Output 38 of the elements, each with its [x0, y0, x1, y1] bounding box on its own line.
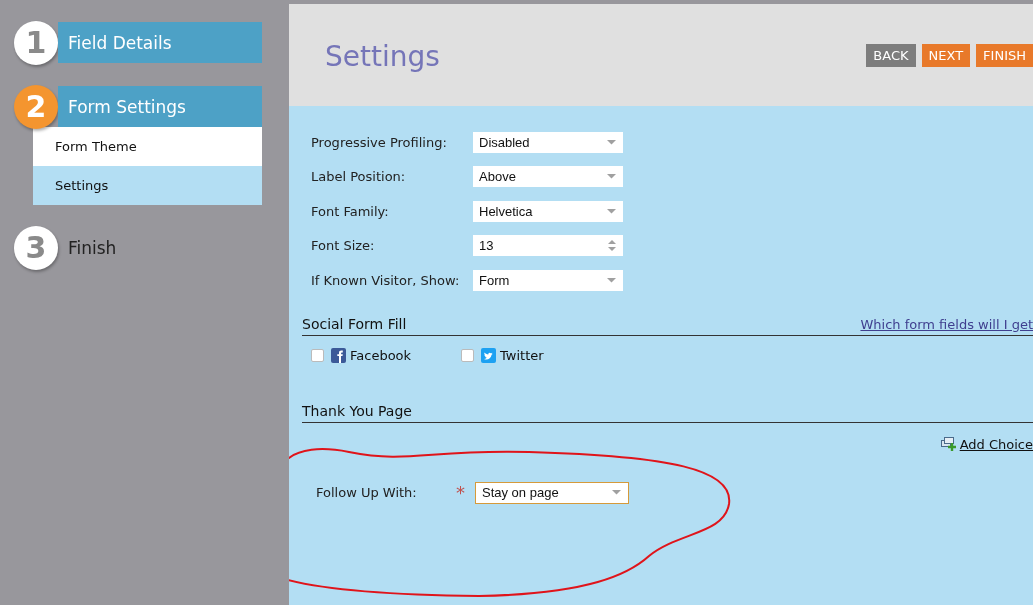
wizard-button[interactable]: BACK	[866, 44, 916, 67]
step-number: 2	[14, 84, 58, 129]
section-heading: Thank You Page	[302, 402, 412, 419]
number-field[interactable]: 13	[473, 235, 623, 256]
section-heading: Social Form Fill	[302, 315, 407, 332]
option-label: Facebook	[350, 347, 412, 363]
page-title: Settings	[325, 38, 440, 73]
step-number: 3	[14, 225, 58, 270]
logo-icon	[331, 347, 346, 363]
field-label: If Known Visitor, Show:	[311, 272, 461, 288]
dropdown[interactable]: Disabled	[473, 131, 623, 153]
spinner-icon	[608, 240, 616, 251]
step-label: Finish	[67, 237, 117, 258]
caret-icon	[607, 208, 616, 214]
checkbox[interactable]	[461, 348, 474, 362]
required-mark: *	[456, 482, 466, 503]
caret-icon	[607, 174, 616, 179]
checkbox[interactable]	[311, 348, 324, 362]
dropdown[interactable]: Above	[473, 166, 623, 187]
field-label: Font Size:	[311, 238, 376, 253]
step-number: 1	[14, 20, 58, 65]
add-choice-link[interactable]: Add Choice	[940, 436, 1033, 452]
add-icon	[940, 437, 957, 451]
caret-icon	[607, 139, 616, 145]
logo-icon	[481, 347, 496, 363]
field-label: Progressive Profiling:	[311, 134, 448, 150]
field-label: Label Position:	[311, 169, 407, 184]
sidebar-item[interactable]: Form Theme	[33, 127, 262, 166]
field-label: Follow Up With:	[316, 485, 418, 500]
help-link[interactable]: Which form fields will I get	[860, 316, 1033, 332]
option-label: Twitter	[500, 347, 544, 363]
sidebar-item[interactable]: Settings	[33, 166, 262, 205]
field-label: Font Family:	[311, 203, 390, 219]
dropdown[interactable]: Stay on page	[475, 481, 629, 504]
caret-icon	[612, 490, 621, 495]
dropdown[interactable]: Form	[473, 269, 623, 291]
caret-icon	[607, 277, 616, 283]
dropdown[interactable]: Helvetica	[473, 200, 623, 222]
